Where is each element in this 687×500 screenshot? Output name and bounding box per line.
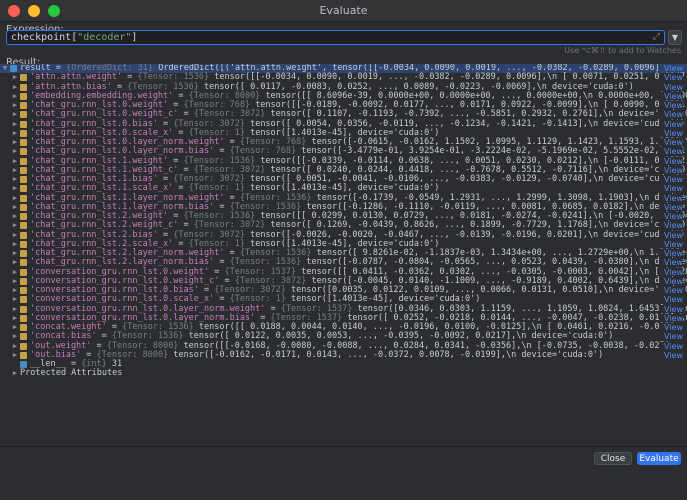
chevron-right-icon[interactable]: ▶: [10, 83, 20, 92]
view-link[interactable]: View: [660, 342, 683, 351]
tensor-icon: [20, 259, 27, 266]
tensor-icon: [20, 333, 27, 340]
chevron-right-icon[interactable]: ▶: [10, 369, 20, 378]
tensor-icon: [20, 102, 27, 109]
tensor-icon: [20, 296, 27, 303]
chevron-right-icon[interactable]: ▶: [10, 221, 20, 230]
window-controls: [8, 5, 60, 17]
tensor-icon: [20, 241, 27, 248]
expression-suffix: ]: [131, 32, 137, 43]
expression-input[interactable]: checkpoint["decoder"] ⤢: [6, 30, 665, 45]
expression-string: "decoder": [77, 32, 131, 43]
chevron-right-icon[interactable]: ▶: [10, 92, 20, 101]
dialog-footer: [0, 446, 687, 500]
zoom-window-icon[interactable]: [48, 5, 60, 17]
history-dropdown-button[interactable]: ▼: [668, 30, 682, 45]
variable-icon: [10, 65, 17, 72]
chevron-right-icon[interactable]: ▶: [10, 314, 20, 323]
tensor-icon: [20, 158, 27, 165]
tensor-rows: ▶'attn.attn.weight' = {Tensor: 1536} ten…: [0, 73, 687, 360]
protected-attributes-label: Protected Attributes: [20, 369, 122, 378]
close-window-icon[interactable]: [8, 5, 20, 17]
tensor-icon: [20, 343, 27, 350]
tensor-icon: [20, 176, 27, 183]
chevron-right-icon[interactable]: ▶: [10, 203, 20, 212]
view-link[interactable]: View: [660, 286, 683, 295]
chevron-right-icon[interactable]: ▶: [10, 120, 20, 129]
window-titlebar: Evaluate: [0, 0, 687, 22]
tensor-icon: [20, 195, 27, 202]
chevron-right-icon[interactable]: ▶: [10, 351, 20, 360]
expand-editor-icon[interactable]: ⤢: [653, 32, 660, 42]
tensor-icon: [20, 287, 27, 294]
tensor-icon: [20, 204, 27, 211]
minimize-window-icon[interactable]: [28, 5, 40, 17]
tensor-icon: [20, 139, 27, 146]
chevron-right-icon[interactable]: ▶: [10, 110, 20, 119]
tensor-icon: [20, 111, 27, 118]
tensor-icon: [20, 167, 27, 174]
tensor-icon: [20, 74, 27, 81]
chevron-right-icon[interactable]: ▶: [10, 342, 20, 351]
chevron-right-icon[interactable]: ▶: [10, 175, 20, 184]
chevron-right-icon[interactable]: ▶: [10, 323, 20, 332]
tensor-icon: [20, 352, 27, 359]
chevron-right-icon[interactable]: ▶: [10, 194, 20, 203]
chevron-right-icon[interactable]: ▶: [10, 166, 20, 175]
chevron-down-icon: ▼: [672, 33, 678, 42]
tensor-value: tensor([-0.0162, -0.0171, 0.0143, ..., -…: [173, 351, 603, 360]
view-link[interactable]: View: [660, 175, 683, 184]
tensor-icon: [20, 269, 27, 276]
view-link[interactable]: View: [660, 351, 683, 360]
chevron-right-icon[interactable]: ▶: [10, 277, 20, 286]
view-link[interactable]: View: [660, 73, 683, 82]
chevron-right-icon[interactable]: ▶: [10, 147, 20, 156]
tensor-icon: [20, 232, 27, 239]
protected-attributes-row[interactable]: ▶ Protected Attributes: [0, 369, 687, 378]
chevron-right-icon[interactable]: ▶: [10, 212, 20, 221]
chevron-right-icon[interactable]: ▶: [10, 101, 20, 110]
tensor-icon: [20, 315, 27, 322]
chevron-right-icon[interactable]: ▶: [10, 240, 20, 249]
tensor-icon: [20, 84, 27, 91]
tensor-icon: [20, 222, 27, 229]
tensor-icon: [20, 324, 27, 331]
int-variable-icon: [20, 361, 27, 368]
chevron-right-icon[interactable]: ▶: [10, 305, 20, 314]
chevron-right-icon[interactable]: ▶: [10, 184, 20, 193]
tensor-icon: [20, 121, 27, 128]
chevron-right-icon[interactable]: ▶: [10, 138, 20, 147]
view-link[interactable]: View: [660, 231, 683, 240]
expression-prefix: checkpoint[: [11, 32, 77, 43]
chevron-right-icon[interactable]: ▶: [10, 268, 20, 277]
evaluate-button[interactable]: Evaluate: [637, 452, 681, 465]
tensor-icon: [20, 306, 27, 313]
tensor-icon: [20, 130, 27, 137]
chevron-right-icon[interactable]: ▶: [10, 73, 20, 82]
watches-hint: Use ⌥⌘⇧ to add to Watches: [564, 46, 681, 55]
tensor-icon: [20, 185, 27, 192]
chevron-right-icon[interactable]: ▶: [10, 332, 20, 341]
close-button[interactable]: Close: [594, 452, 632, 465]
tensor-icon: [20, 93, 27, 100]
chevron-down-icon[interactable]: ▼: [0, 64, 10, 73]
chevron-right-icon[interactable]: ▶: [10, 231, 20, 240]
chevron-right-icon[interactable]: ▶: [10, 249, 20, 258]
tensor-icon: [20, 278, 27, 285]
chevron-right-icon[interactable]: ▶: [10, 258, 20, 267]
view-link[interactable]: View: [660, 323, 683, 332]
tensor-icon: [20, 250, 27, 257]
tensor-icon: [20, 213, 27, 220]
result-tree[interactable]: ▼ result = {OrderedDict: 31} OrderedDict…: [0, 64, 687, 446]
chevron-right-icon[interactable]: ▶: [10, 295, 20, 304]
view-link[interactable]: View: [660, 120, 683, 129]
chevron-right-icon[interactable]: ▶: [10, 129, 20, 138]
chevron-right-icon[interactable]: ▶: [10, 157, 20, 166]
window-title: Evaluate: [319, 4, 367, 17]
chevron-right-icon[interactable]: ▶: [10, 286, 20, 295]
tensor-icon: [20, 148, 27, 155]
